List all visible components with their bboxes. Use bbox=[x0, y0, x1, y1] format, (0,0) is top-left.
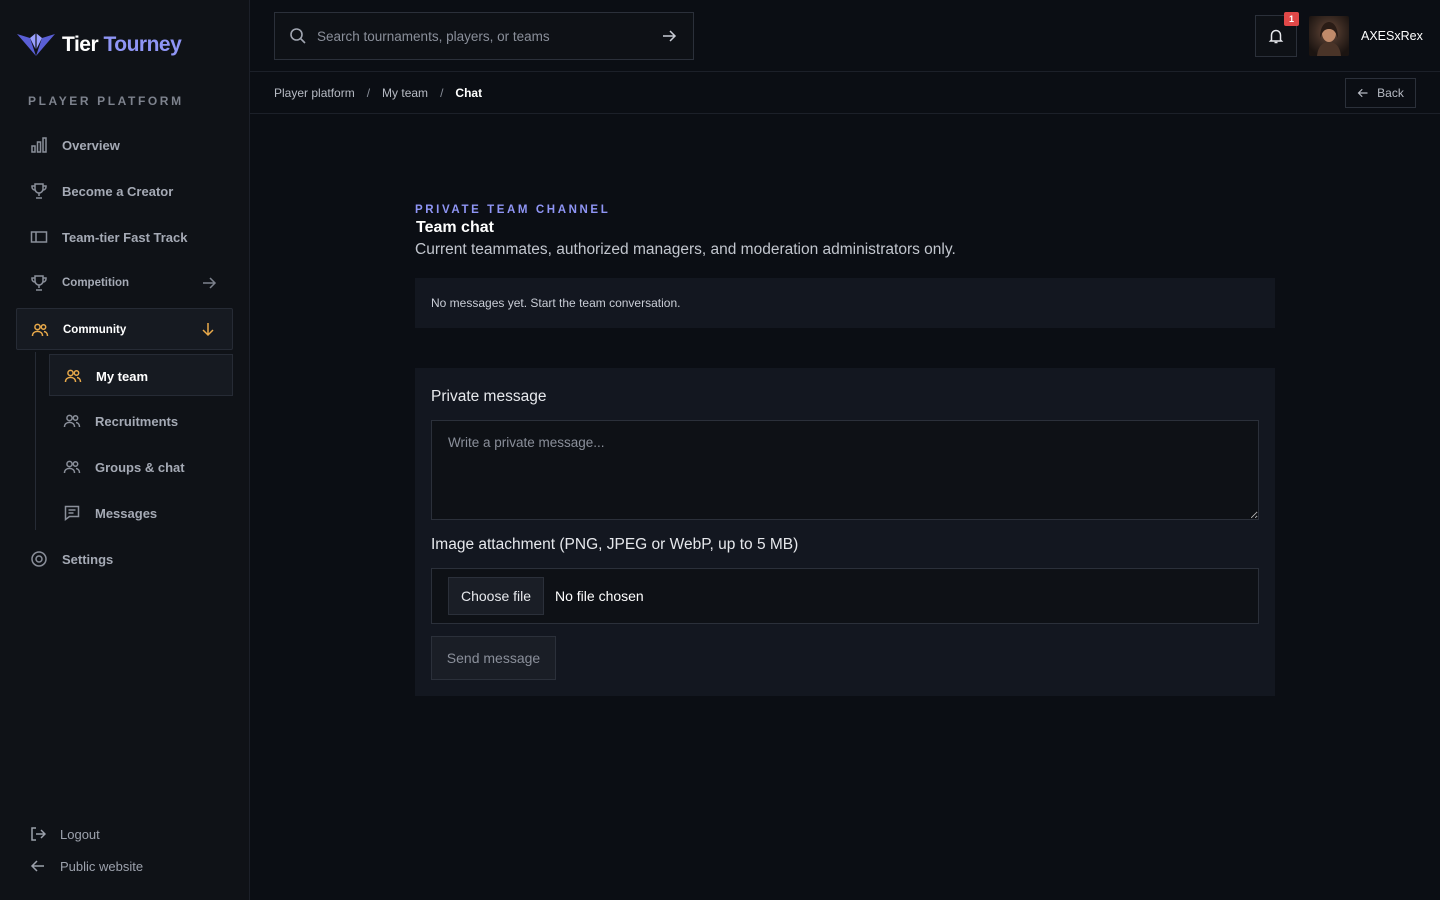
back-label: Back bbox=[1377, 86, 1404, 100]
sidebar-item-label: Messages bbox=[95, 505, 158, 521]
sidebar-item-overview[interactable]: Overview bbox=[30, 136, 120, 154]
bell-icon bbox=[1268, 28, 1284, 44]
search-submit-arrow-icon[interactable] bbox=[661, 28, 677, 44]
sidebar-item-label: Become a Creator bbox=[62, 183, 174, 199]
bar-chart-icon bbox=[30, 136, 48, 154]
sidebar-item-community-row: Community bbox=[31, 321, 126, 339]
sidebar-item-become-creator[interactable]: Become a Creator bbox=[30, 182, 173, 200]
message-icon bbox=[63, 504, 81, 522]
users-icon bbox=[63, 458, 81, 476]
breadcrumb: Player platform / My team / Chat bbox=[274, 86, 482, 100]
sidebar-item-label: Overview bbox=[62, 137, 120, 153]
username[interactable]: AXESxRex bbox=[1361, 29, 1423, 43]
top-bar: 1 AXESxRex bbox=[250, 0, 1440, 72]
sidebar-section-title: PLAYER PLATFORM bbox=[28, 94, 184, 108]
sidebar-item-fast-track[interactable]: Team-tier Fast Track bbox=[30, 228, 187, 246]
message-label: Private message bbox=[431, 388, 547, 405]
logout-link[interactable]: Logout bbox=[30, 826, 100, 842]
sidebar-item-competition[interactable]: Competition bbox=[30, 274, 220, 292]
sidebar-item-my-team[interactable]: My team bbox=[49, 354, 233, 396]
trophy-icon bbox=[30, 182, 48, 200]
sidebar-item-label: Settings bbox=[62, 551, 114, 567]
sidebar-item-label: Team-tier Fast Track bbox=[62, 229, 188, 245]
send-message-button[interactable]: Send message bbox=[431, 636, 556, 680]
brand-name: Tier Tourney bbox=[62, 33, 182, 57]
search-input[interactable] bbox=[317, 28, 661, 44]
breadcrumb-item-player-platform[interactable]: Player platform bbox=[274, 86, 355, 100]
choose-file-button[interactable]: Choose file bbox=[448, 577, 544, 615]
users-icon bbox=[31, 321, 49, 339]
breadcrumb-item-my-team[interactable]: My team bbox=[382, 86, 428, 100]
avatar[interactable] bbox=[1309, 16, 1349, 56]
sidebar-item-label: Groups & chat bbox=[95, 459, 185, 475]
attachment-label: Image attachment (PNG, JPEG or WebP, up … bbox=[431, 536, 799, 553]
search-box bbox=[274, 12, 694, 60]
sidebar-item-my-team-row: My team bbox=[64, 367, 148, 385]
sidebar-item-messages[interactable]: Messages bbox=[63, 504, 157, 522]
ticket-icon bbox=[30, 228, 48, 246]
submenu-line bbox=[35, 352, 36, 530]
back-button[interactable]: Back bbox=[1345, 78, 1416, 108]
logout-icon bbox=[30, 826, 46, 842]
arrow-left-icon bbox=[30, 858, 46, 874]
sidebar-item-label: Community bbox=[63, 324, 127, 336]
arrow-right-icon bbox=[201, 275, 217, 291]
brand-name-part1: Tier bbox=[62, 33, 99, 56]
users-icon bbox=[64, 367, 82, 385]
public-website-label: Public website bbox=[60, 858, 144, 874]
sidebar-item-groups-chat[interactable]: Groups & chat bbox=[63, 458, 185, 476]
page-description: Current teammates, authorized managers, … bbox=[415, 241, 956, 258]
message-textarea[interactable] bbox=[431, 420, 1259, 520]
sidebar-item-recruitments[interactable]: Recruitments bbox=[63, 412, 178, 430]
brand-name-part2: Tourney bbox=[103, 33, 182, 56]
trophy-icon bbox=[30, 274, 48, 292]
breadcrumb-bar: Player platform / My team / Chat Back bbox=[250, 72, 1440, 114]
page-title: Team chat bbox=[416, 219, 494, 236]
sidebar-item-settings[interactable]: Settings bbox=[30, 550, 113, 568]
brand-logo[interactable]: Tier Tourney bbox=[16, 30, 182, 60]
file-input[interactable]: Choose file No file chosen bbox=[431, 568, 1259, 624]
breadcrumb-separator: / bbox=[366, 86, 371, 100]
logo-icon bbox=[16, 30, 56, 60]
gear-icon bbox=[30, 550, 48, 568]
sidebar-item-label: Recruitments bbox=[95, 413, 179, 429]
sidebar-item-label: Competition bbox=[62, 277, 130, 289]
sidebar-item-community[interactable]: Community bbox=[16, 308, 233, 350]
users-icon bbox=[63, 412, 81, 430]
channel-eyebrow: PRIVATE TEAM CHANNEL bbox=[415, 204, 611, 216]
sidebar: Tier Tourney PLAYER PLATFORM Overview Be… bbox=[0, 0, 250, 900]
sidebar-item-label: My team bbox=[96, 368, 149, 384]
file-status: No file chosen bbox=[555, 588, 644, 604]
notification-badge: 1 bbox=[1284, 12, 1299, 26]
arrow-left-icon bbox=[1357, 87, 1369, 99]
search-icon bbox=[289, 27, 307, 45]
breadcrumb-separator: / bbox=[440, 86, 444, 100]
logout-label: Logout bbox=[60, 826, 100, 842]
public-website-link[interactable]: Public website bbox=[30, 858, 143, 874]
messages-empty-state: No messages yet. Start the team conversa… bbox=[415, 278, 1275, 328]
message-composer: Private message Image attachment (PNG, J… bbox=[415, 368, 1275, 696]
arrow-down-icon bbox=[200, 321, 216, 337]
breadcrumb-item-current: Chat bbox=[455, 86, 483, 100]
